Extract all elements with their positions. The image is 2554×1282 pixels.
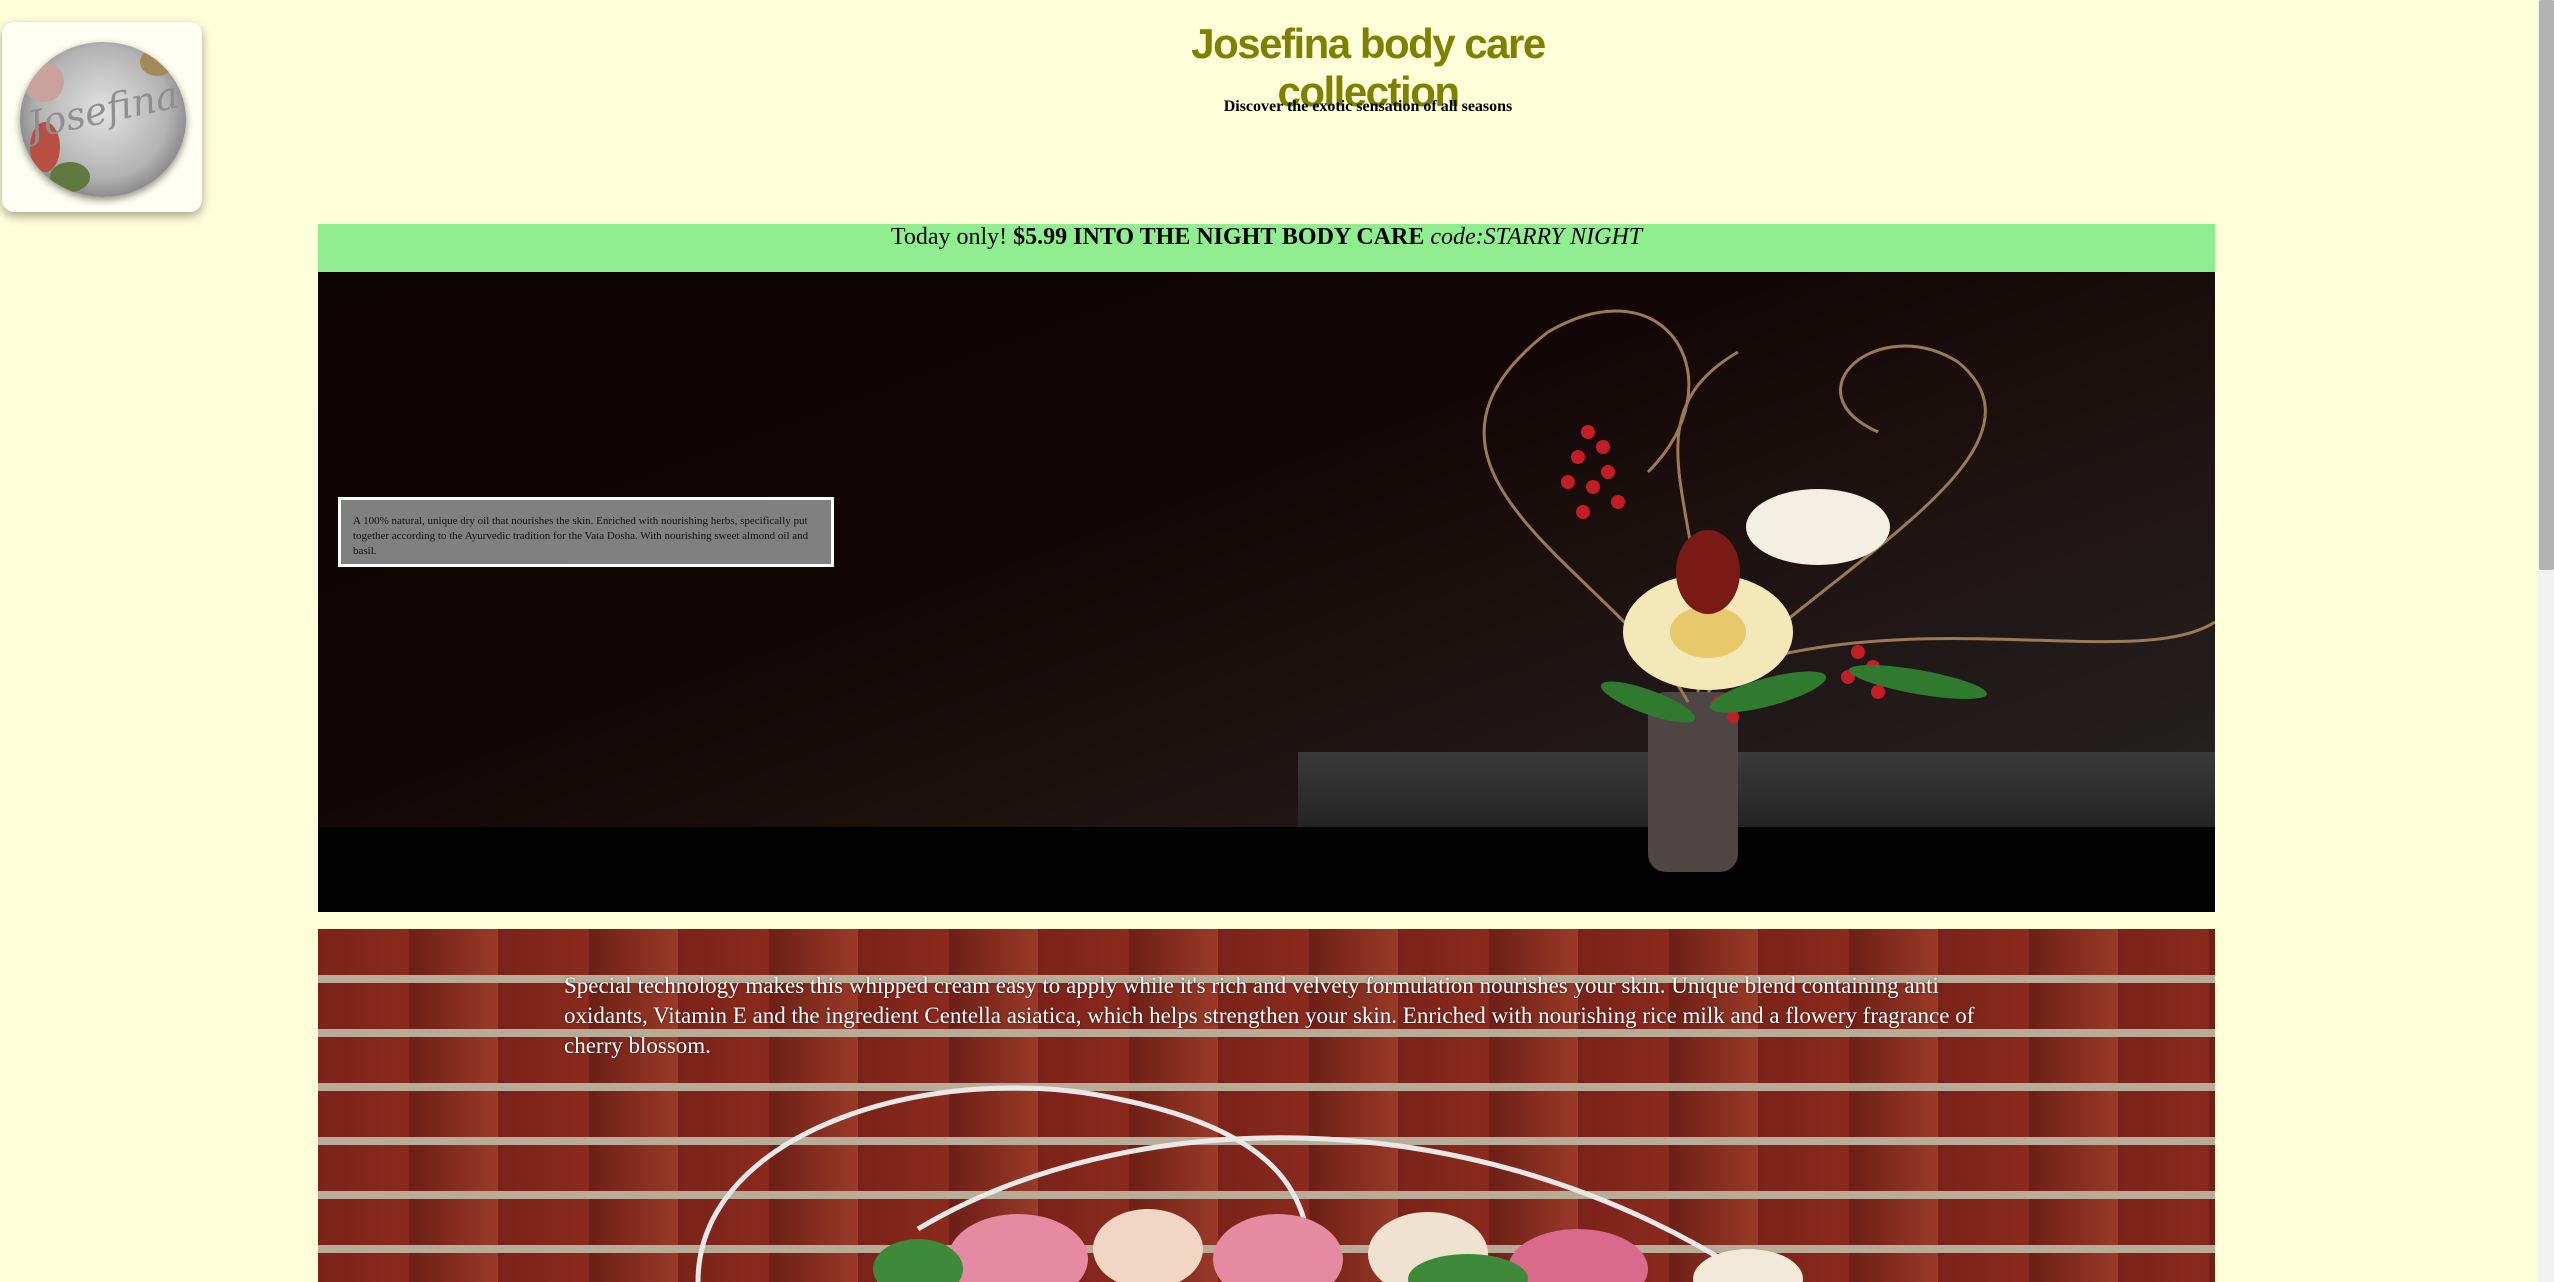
logo-card[interactable]: Josefina — [2, 22, 202, 212]
promo-code: code:STARRY NIGHT — [1430, 224, 1643, 250]
product-description-box: A 100% natural, unique dry oil that nour… — [338, 497, 834, 567]
promo-banner[interactable]: Today only! $5.99 INTO THE NIGHT BODY CA… — [318, 224, 2215, 272]
logo-flower-decoration — [140, 48, 174, 76]
scrollbar-thumb[interactable] — [2539, 0, 2554, 570]
logo-flower-decoration — [50, 162, 90, 192]
product-hero-whipped-cream: Special technology makes this whipped cr… — [318, 929, 2215, 1282]
product-description-text: Special technology makes this whipped cr… — [564, 973, 1975, 1058]
product-hero-dry-oil: A 100% natural, unique dry oil that nour… — [318, 272, 2215, 912]
promo-prefix: Today only! — [890, 224, 1008, 250]
logo-image: Josefina — [20, 42, 186, 197]
tagline: Discover the exotic sensation of all sea… — [1223, 98, 1513, 115]
flower-vase-image — [1482, 309, 2215, 872]
promo-offer: $5.99 INTO THE NIGHT BODY CARE — [1013, 224, 1425, 250]
